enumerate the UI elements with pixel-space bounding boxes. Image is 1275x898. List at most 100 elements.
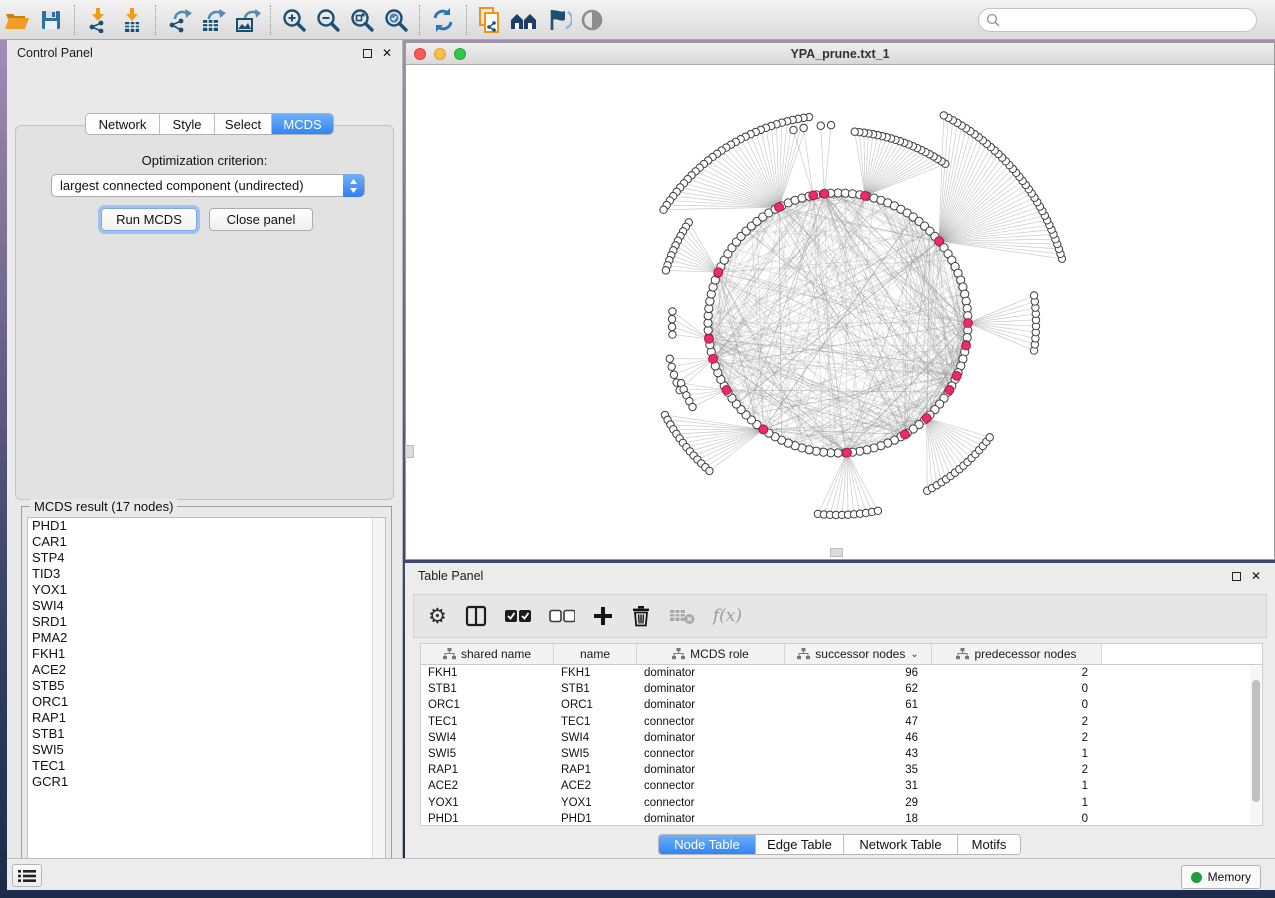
- table-cell[interactable]: TEC1: [554, 716, 637, 728]
- delete-rows-icon[interactable]: [631, 601, 651, 631]
- table-cell[interactable]: YOX1: [554, 797, 637, 809]
- table-cell[interactable]: 1: [932, 748, 1102, 760]
- table-row[interactable]: FKH1FKH1dominator962: [421, 665, 1262, 681]
- table-row[interactable]: SWI4SWI4dominator462: [421, 730, 1262, 746]
- clone-network-icon[interactable]: [473, 5, 507, 35]
- table-scrollbar-thumb[interactable]: [1252, 680, 1260, 802]
- table-cell[interactable]: RAP1: [421, 764, 554, 776]
- network-node[interactable]: [669, 308, 676, 315]
- mcds-list-scrollbar[interactable]: [372, 518, 385, 870]
- mcds-result-item[interactable]: PHD1: [28, 518, 385, 534]
- mcds-result-item[interactable]: PMA2: [28, 630, 385, 646]
- close-table-panel-icon[interactable]: ✕: [1251, 572, 1261, 581]
- network-node[interactable]: [670, 371, 677, 378]
- mcds-result-item[interactable]: YOX1: [28, 582, 385, 598]
- network-node[interactable]: [1030, 292, 1037, 299]
- table-row[interactable]: ACE2ACE2connector311: [421, 778, 1262, 794]
- table-cell[interactable]: connector: [637, 748, 785, 760]
- column-header-successor-nodes[interactable]: successor nodes ⌄: [785, 644, 932, 664]
- mcds-result-item[interactable]: GCR1: [28, 774, 385, 790]
- mcds-result-item[interactable]: SRD1: [28, 614, 385, 630]
- mcds-node[interactable]: [962, 341, 971, 350]
- table-cell[interactable]: PHD1: [421, 813, 554, 825]
- network-node[interactable]: [706, 467, 713, 474]
- mcds-result-item[interactable]: STB1: [28, 726, 385, 742]
- table-cell[interactable]: 29: [785, 797, 932, 809]
- run-mcds-button[interactable]: Run MCDS: [101, 208, 197, 231]
- zoom-out-icon[interactable]: [311, 5, 345, 35]
- table-cell[interactable]: ORC1: [554, 699, 637, 711]
- table-cell[interactable]: dominator: [637, 764, 785, 776]
- table-cell[interactable]: 0: [932, 699, 1102, 711]
- table-cell[interactable]: ACE2: [421, 780, 554, 792]
- import-network-icon[interactable]: [81, 5, 115, 35]
- first-neighbors-icon[interactable]: [507, 5, 541, 35]
- close-panel-icon[interactable]: ✕: [382, 49, 392, 58]
- table-cell[interactable]: PHD1: [554, 813, 637, 825]
- mcds-result-item[interactable]: STB5: [28, 678, 385, 694]
- table-cell[interactable]: dominator: [637, 732, 785, 744]
- zoom-in-icon[interactable]: [277, 5, 311, 35]
- table-cell[interactable]: 1: [932, 797, 1102, 809]
- import-table-icon[interactable]: [115, 5, 149, 35]
- network-node[interactable]: [790, 126, 797, 133]
- tab-network-table[interactable]: Network Table: [844, 835, 958, 854]
- table-settings-icon[interactable]: ⚙: [428, 601, 447, 631]
- table-cell[interactable]: SWI4: [421, 732, 554, 744]
- export-image-icon[interactable]: [230, 5, 264, 35]
- table-cell[interactable]: ORC1: [421, 699, 554, 711]
- mcds-node[interactable]: [843, 448, 852, 457]
- show-hidden-icon[interactable]: [575, 5, 609, 35]
- tab-motifs[interactable]: Motifs: [958, 835, 1020, 854]
- network-node[interactable]: [940, 112, 947, 119]
- mcds-node[interactable]: [809, 191, 818, 200]
- table-cell[interactable]: TEC1: [421, 716, 554, 728]
- mcds-node[interactable]: [709, 354, 718, 363]
- network-node[interactable]: [668, 323, 675, 330]
- mcds-node[interactable]: [964, 319, 973, 328]
- network-canvas[interactable]: [406, 65, 1274, 559]
- table-row[interactable]: ORC1ORC1dominator610: [421, 697, 1262, 713]
- memory-button[interactable]: Memory: [1181, 865, 1261, 889]
- table-row[interactable]: PHD1PHD1dominator180: [421, 811, 1262, 827]
- table-row[interactable]: YOX1YOX1connector291: [421, 795, 1262, 811]
- network-node[interactable]: [669, 331, 676, 338]
- table-cell[interactable]: 2: [932, 667, 1102, 679]
- table-cell[interactable]: dominator: [637, 699, 785, 711]
- table-cell[interactable]: STB1: [554, 683, 637, 695]
- network-node[interactable]: [851, 128, 858, 135]
- table-row[interactable]: RAP1RAP1dominator352: [421, 762, 1262, 778]
- network-node[interactable]: [662, 267, 669, 274]
- mcds-result-item[interactable]: ORC1: [28, 694, 385, 710]
- network-node[interactable]: [666, 355, 673, 362]
- network-node[interactable]: [668, 315, 675, 322]
- table-cell[interactable]: 18: [785, 813, 932, 825]
- table-cell[interactable]: 96: [785, 667, 932, 679]
- table-cell[interactable]: dominator: [637, 667, 785, 679]
- table-cell[interactable]: connector: [637, 780, 785, 792]
- mcds-node[interactable]: [922, 414, 931, 423]
- table-cell[interactable]: STB1: [421, 683, 554, 695]
- mcds-result-item[interactable]: CAR1: [28, 534, 385, 550]
- float-panel-icon[interactable]: [363, 49, 372, 58]
- tab-style[interactable]: Style: [160, 114, 215, 134]
- mcds-node[interactable]: [705, 334, 714, 343]
- mcds-node[interactable]: [901, 430, 910, 439]
- mcds-node[interactable]: [714, 268, 723, 277]
- zoom-fit-icon[interactable]: [345, 5, 379, 35]
- network-node[interactable]: [986, 434, 993, 441]
- network-node[interactable]: [689, 403, 696, 410]
- table-cell[interactable]: 0: [932, 813, 1102, 825]
- network-node[interactable]: [827, 121, 834, 128]
- table-row[interactable]: TEC1TEC1connector472: [421, 714, 1262, 730]
- mcds-result-item[interactable]: RAP1: [28, 710, 385, 726]
- table-row[interactable]: SWI5SWI5connector431: [421, 746, 1262, 762]
- table-cell[interactable]: ACE2: [554, 780, 637, 792]
- tab-edge-table[interactable]: Edge Table: [756, 835, 844, 854]
- table-row[interactable]: STB1STB1dominator620: [421, 681, 1262, 697]
- network-window-titlebar[interactable]: YPA_prune.txt_1: [406, 43, 1274, 65]
- column-header-mcds-role[interactable]: MCDS role: [637, 644, 785, 664]
- mcds-node[interactable]: [722, 386, 731, 395]
- table-cell[interactable]: 46: [785, 732, 932, 744]
- tab-network[interactable]: Network: [86, 114, 160, 134]
